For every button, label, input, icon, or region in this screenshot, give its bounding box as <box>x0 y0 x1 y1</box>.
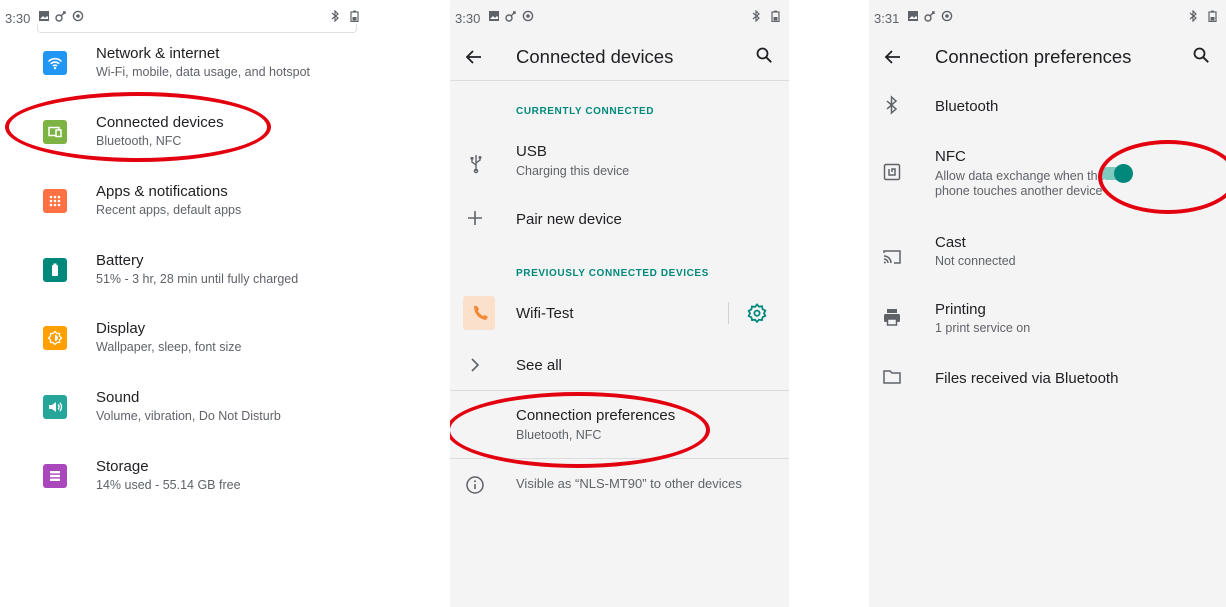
bluetooth-label: Bluetooth <box>935 98 999 115</box>
battery-icon <box>43 258 67 282</box>
usb-title: USB <box>516 143 547 160</box>
app-bar: Connection preferences <box>869 34 1226 80</box>
usb-subtitle: Charging this device <box>516 164 630 178</box>
info-icon <box>466 476 484 494</box>
settings-item-apps[interactable]: Apps & notifications Recent apps, defaul… <box>0 183 368 239</box>
settings-item-title: Storage <box>96 458 149 475</box>
settings-item-subtitle: Volume, vibration, Do Not Disturb <box>96 409 281 423</box>
wifi-icon <box>43 51 67 75</box>
settings-item-title: Display <box>96 320 146 337</box>
app-bar: Connected devices <box>450 34 789 81</box>
vertical-divider <box>728 302 729 324</box>
divider <box>450 390 789 391</box>
status-bar: 3:30 <box>450 0 789 34</box>
printer-icon <box>884 309 900 326</box>
cast-icon <box>883 250 901 264</box>
settings-item-title: Sound <box>96 389 140 406</box>
apps-grid-icon <box>43 189 67 213</box>
settings-item-title: Apps & notifications <box>96 183 228 200</box>
battery-status-icon <box>350 10 359 22</box>
nfc-icon <box>883 163 901 181</box>
settings-item-sound[interactable]: Sound Volume, vibration, Do Not Disturb <box>0 389 368 445</box>
bluetooth-status-icon <box>1189 10 1197 22</box>
files-received-label: Files received via Bluetooth <box>935 370 1119 387</box>
section-header-current: CURRENTLY CONNECTED <box>516 106 655 117</box>
back-arrow-icon[interactable] <box>464 47 484 67</box>
settings-item-subtitle: Wi-Fi, mobile, data usage, and hotspot <box>96 65 311 79</box>
settings-item-subtitle: 51% - 3 hr, 28 min until fully charged <box>96 272 299 286</box>
page-title: Connection preferences <box>935 46 1132 67</box>
status-time: 3:31 <box>874 11 900 26</box>
annotation-ellipse-nfc-toggle <box>1098 140 1226 214</box>
cast-subtitle: Not connected <box>935 254 1016 268</box>
sync-notification-icon <box>941 10 953 22</box>
printing-title: Printing <box>935 301 986 318</box>
image-notification-icon <box>489 11 499 21</box>
connected-devices-screen: 3:30 Connected devices CURRENTLY CONNECT… <box>450 0 789 607</box>
sync-notification-icon <box>522 10 534 22</box>
settings-item-title: Battery <box>96 252 144 269</box>
status-time: 3:30 <box>5 11 31 26</box>
sync-notification-icon <box>72 10 84 22</box>
bluetooth-status-icon <box>752 10 760 22</box>
nfc-description-line1: Allow data exchange when the <box>935 169 1105 183</box>
bluetooth-status-icon <box>331 10 339 22</box>
back-arrow-icon[interactable] <box>883 47 903 67</box>
folder-icon <box>883 370 901 384</box>
search-card-edge <box>37 24 357 33</box>
printing-subtitle: 1 print service on <box>935 321 1031 335</box>
search-icon[interactable] <box>755 46 773 64</box>
settings-item-battery[interactable]: Battery 51% - 3 hr, 28 min until fully c… <box>0 252 368 308</box>
status-bar: 3:31 <box>869 0 1226 34</box>
nfc-description-line2: phone touches another device <box>935 184 1103 198</box>
usb-notification-icon <box>505 11 516 22</box>
settings-item-title: Network & internet <box>96 45 220 62</box>
see-all-label: See all <box>516 357 562 374</box>
status-time: 3:30 <box>455 11 481 26</box>
plus-icon <box>468 211 482 225</box>
chevron-right-icon <box>471 358 480 372</box>
pair-new-device-label: Pair new device <box>516 211 622 228</box>
settings-item-storage[interactable]: Storage 14% used - 55.14 GB free <box>0 458 368 514</box>
settings-item-subtitle: Wallpaper, sleep, font size <box>96 340 242 354</box>
phone-icon <box>463 296 495 330</box>
page-title: Connected devices <box>516 46 674 67</box>
settings-item-subtitle: 14% used - 55.14 GB free <box>96 478 241 492</box>
image-notification-icon <box>908 11 918 21</box>
bluetooth-icon <box>886 95 898 115</box>
settings-item-display[interactable]: Display Wallpaper, sleep, font size <box>0 320 368 376</box>
usb-icon <box>470 155 482 174</box>
battery-status-icon <box>1208 10 1217 22</box>
volume-icon <box>43 395 67 419</box>
annotation-ellipse-connected-devices <box>5 92 271 162</box>
section-header-previous: PREVIOUSLY CONNECTED DEVICES <box>516 268 709 279</box>
storage-icon <box>43 464 67 488</box>
nfc-title: NFC <box>935 148 966 165</box>
image-notification-icon <box>39 11 49 21</box>
brightness-icon <box>43 326 67 350</box>
gear-icon[interactable] <box>747 303 767 323</box>
settings-screen: 3:30 Network & internet Wi-Fi, mobile, d… <box>0 0 368 607</box>
connection-preferences-screen: 3:31 Connection preferences Bluetooth NF… <box>869 0 1226 607</box>
usb-notification-icon <box>55 11 66 22</box>
usb-notification-icon <box>924 11 935 22</box>
settings-item-subtitle: Recent apps, default apps <box>96 203 242 217</box>
annotation-ellipse-connection-preferences <box>450 392 710 468</box>
cast-title: Cast <box>935 234 966 251</box>
settings-item-network[interactable]: Network & internet Wi-Fi, mobile, data u… <box>0 45 368 101</box>
device-name: Wifi-Test <box>516 305 574 322</box>
battery-status-icon <box>771 10 780 22</box>
visibility-text: Visible as “NLS-MT90” to other devices <box>516 476 742 491</box>
search-icon[interactable] <box>1192 46 1210 64</box>
